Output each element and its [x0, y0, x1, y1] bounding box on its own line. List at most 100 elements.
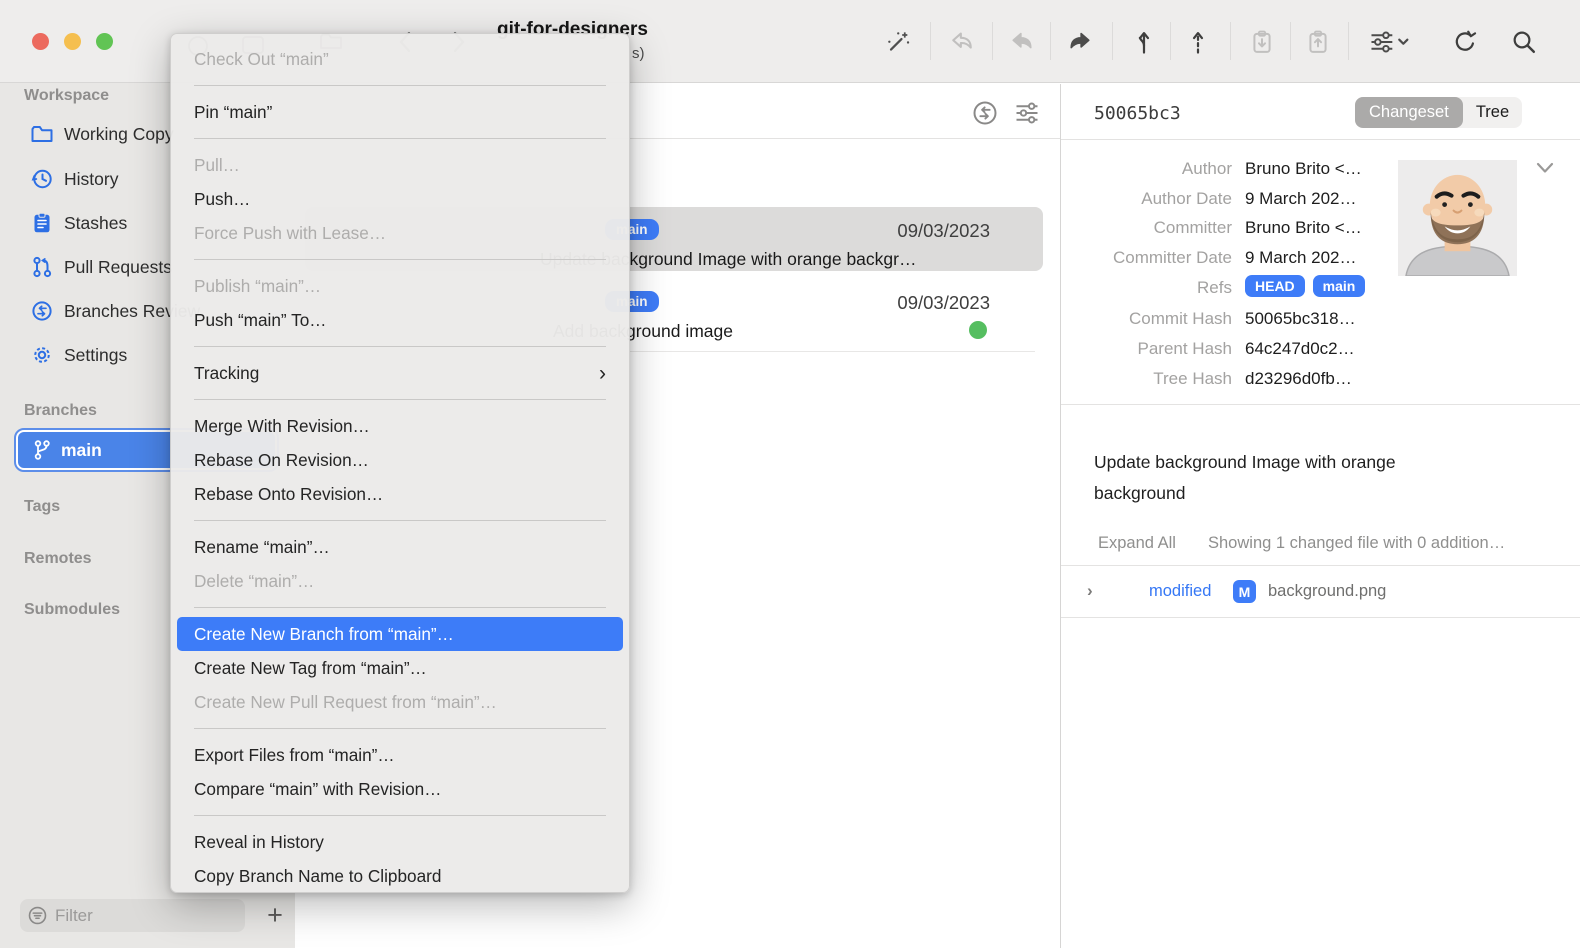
window-subtitle-fragment: s)	[632, 45, 645, 62]
field-value: 50065bc318…	[1245, 309, 1356, 329]
commit-date: 09/03/2023	[870, 220, 990, 242]
submenu-arrow-icon: ›	[599, 363, 606, 384]
compare-icon[interactable]	[971, 99, 999, 127]
pull-request-icon	[30, 255, 54, 279]
menu-separator	[194, 259, 606, 260]
status-dot-green	[969, 321, 987, 339]
field-value: Bruno Brito <…	[1245, 159, 1362, 179]
ref-badge-main[interactable]: main	[1313, 275, 1366, 297]
view-options-icon[interactable]	[1368, 28, 1412, 56]
field-value: Bruno Brito <…	[1245, 218, 1362, 238]
modified-badge: M	[1233, 580, 1256, 603]
field-label: Refs	[1060, 278, 1232, 298]
menu-item-push[interactable]: Push…	[177, 182, 623, 216]
field-value: 9 March 202…	[1245, 248, 1357, 268]
field-label: Committer Date	[1060, 248, 1232, 268]
gear-icon	[30, 343, 54, 367]
menu-separator	[194, 520, 606, 521]
sidebar-item-label: Settings	[64, 345, 127, 366]
menu-separator	[194, 815, 606, 816]
branch-context-menu: Check Out “main” Pin “main” Pull… Push… …	[170, 33, 630, 893]
file-expand-chevron[interactable]: ›	[1087, 581, 1093, 601]
menu-item-rebase-onto-revision[interactable]: Rebase Onto Revision…	[177, 477, 623, 511]
menu-item-force-push: Force Push with Lease…	[177, 216, 623, 250]
field-value: d23296d0fb…	[1245, 369, 1352, 389]
menu-item-check-out: Check Out “main”	[177, 42, 623, 76]
view-toggle: Changeset Tree	[1355, 97, 1522, 128]
field-label: Author Date	[1060, 189, 1232, 209]
field-label: Committer	[1060, 218, 1232, 238]
expand-all-link[interactable]: Expand All	[1098, 534, 1176, 553]
field-value: 64c247d0c2…	[1245, 339, 1355, 359]
menu-item-reveal-in-history[interactable]: Reveal in History	[177, 825, 623, 859]
menu-item-pin[interactable]: Pin “main”	[177, 95, 623, 129]
refs-badges: HEAD main	[1245, 275, 1373, 297]
sidebar-item-pull-requests[interactable]: Pull Requests	[30, 255, 172, 279]
minimize-button[interactable]	[64, 33, 81, 50]
file-name: background.png	[1268, 582, 1386, 601]
menu-separator	[194, 346, 606, 347]
menu-item-copy-branch-name[interactable]: Copy Branch Name to Clipboard	[177, 859, 623, 893]
merge-arrow-icon[interactable]	[1066, 28, 1094, 56]
list-options-icon[interactable]	[1013, 99, 1041, 127]
menu-item-rename[interactable]: Rename “main”…	[177, 530, 623, 564]
field-label: Tree Hash	[1060, 369, 1232, 389]
ref-badge-head[interactable]: HEAD	[1245, 275, 1305, 297]
menu-item-create-new-branch[interactable]: Create New Branch from “main”…	[177, 617, 623, 651]
commit-full-message: Update background Image with orange back…	[1094, 447, 1474, 509]
sidebar-item-working-copy[interactable]: Working Copy	[30, 123, 174, 145]
branch-arrow-icon[interactable]	[1130, 28, 1158, 56]
sidebar-item-settings[interactable]: Settings	[30, 343, 127, 367]
menu-item-delete: Delete “main”…	[177, 564, 623, 598]
file-status-link[interactable]: modified	[1149, 582, 1211, 601]
workspace-section-header: Workspace	[24, 87, 109, 105]
stashes-icon	[30, 211, 54, 235]
submodules-section-header[interactable]: Submodules	[24, 601, 120, 619]
menu-item-merge-with-revision[interactable]: Merge With Revision…	[177, 409, 623, 443]
commit-date: 09/03/2023	[870, 292, 990, 314]
changes-summary: Showing 1 changed file with 0 addition…	[1208, 534, 1505, 553]
tags-section-header[interactable]: Tags	[24, 498, 60, 516]
menu-separator	[194, 138, 606, 139]
menu-separator	[194, 607, 606, 608]
menu-separator	[194, 728, 606, 729]
remotes-section-header[interactable]: Remotes	[24, 550, 92, 568]
menu-item-rebase-on-revision[interactable]: Rebase On Revision…	[177, 443, 623, 477]
menu-item-compare-with-revision[interactable]: Compare “main” with Revision…	[177, 772, 623, 806]
filter-input[interactable]	[55, 906, 215, 926]
menu-item-push-to[interactable]: Push “main” To…	[177, 303, 623, 337]
sidebar-item-stashes[interactable]: Stashes	[30, 211, 127, 235]
commit-short-hash: 50065bc3	[1094, 103, 1181, 124]
close-button[interactable]	[32, 33, 49, 50]
zoom-button[interactable]	[96, 33, 113, 50]
rebase-arrow-icon[interactable]	[1184, 28, 1212, 56]
branches-section-header: Branches	[24, 402, 97, 420]
menu-item-tracking[interactable]: Tracking›	[177, 356, 623, 390]
field-label: Commit Hash	[1060, 309, 1232, 329]
branch-icon	[32, 439, 52, 461]
chevron-down-icon[interactable]	[1534, 160, 1556, 176]
sidebar-filter[interactable]	[20, 899, 245, 932]
magic-wand-icon[interactable]	[884, 28, 912, 56]
menu-item-export-files[interactable]: Export Files from “main”…	[177, 738, 623, 772]
menu-item-pull: Pull…	[177, 148, 623, 182]
folder-icon	[30, 123, 54, 145]
add-branch-button[interactable]: +	[258, 898, 292, 932]
field-value: 9 March 202…	[1245, 189, 1357, 209]
detail-divider	[1061, 565, 1580, 566]
redo-icon	[1008, 28, 1036, 56]
tab-changeset[interactable]: Changeset	[1355, 97, 1463, 128]
filter-icon	[28, 906, 47, 925]
sidebar-item-label: Stashes	[64, 213, 127, 234]
refresh-icon[interactable]	[1451, 28, 1479, 56]
sidebar-item-history[interactable]: History	[30, 167, 118, 191]
stash-pop-icon	[1304, 28, 1332, 56]
menu-separator	[194, 399, 606, 400]
search-icon[interactable]	[1510, 28, 1538, 56]
tab-tree[interactable]: Tree	[1463, 103, 1522, 122]
menu-separator	[194, 85, 606, 86]
menu-item-create-new-tag[interactable]: Create New Tag from “main”…	[177, 651, 623, 685]
field-label: Parent Hash	[1060, 339, 1232, 359]
detail-divider	[1061, 404, 1580, 405]
sidebar-item-label: Pull Requests	[64, 257, 172, 278]
